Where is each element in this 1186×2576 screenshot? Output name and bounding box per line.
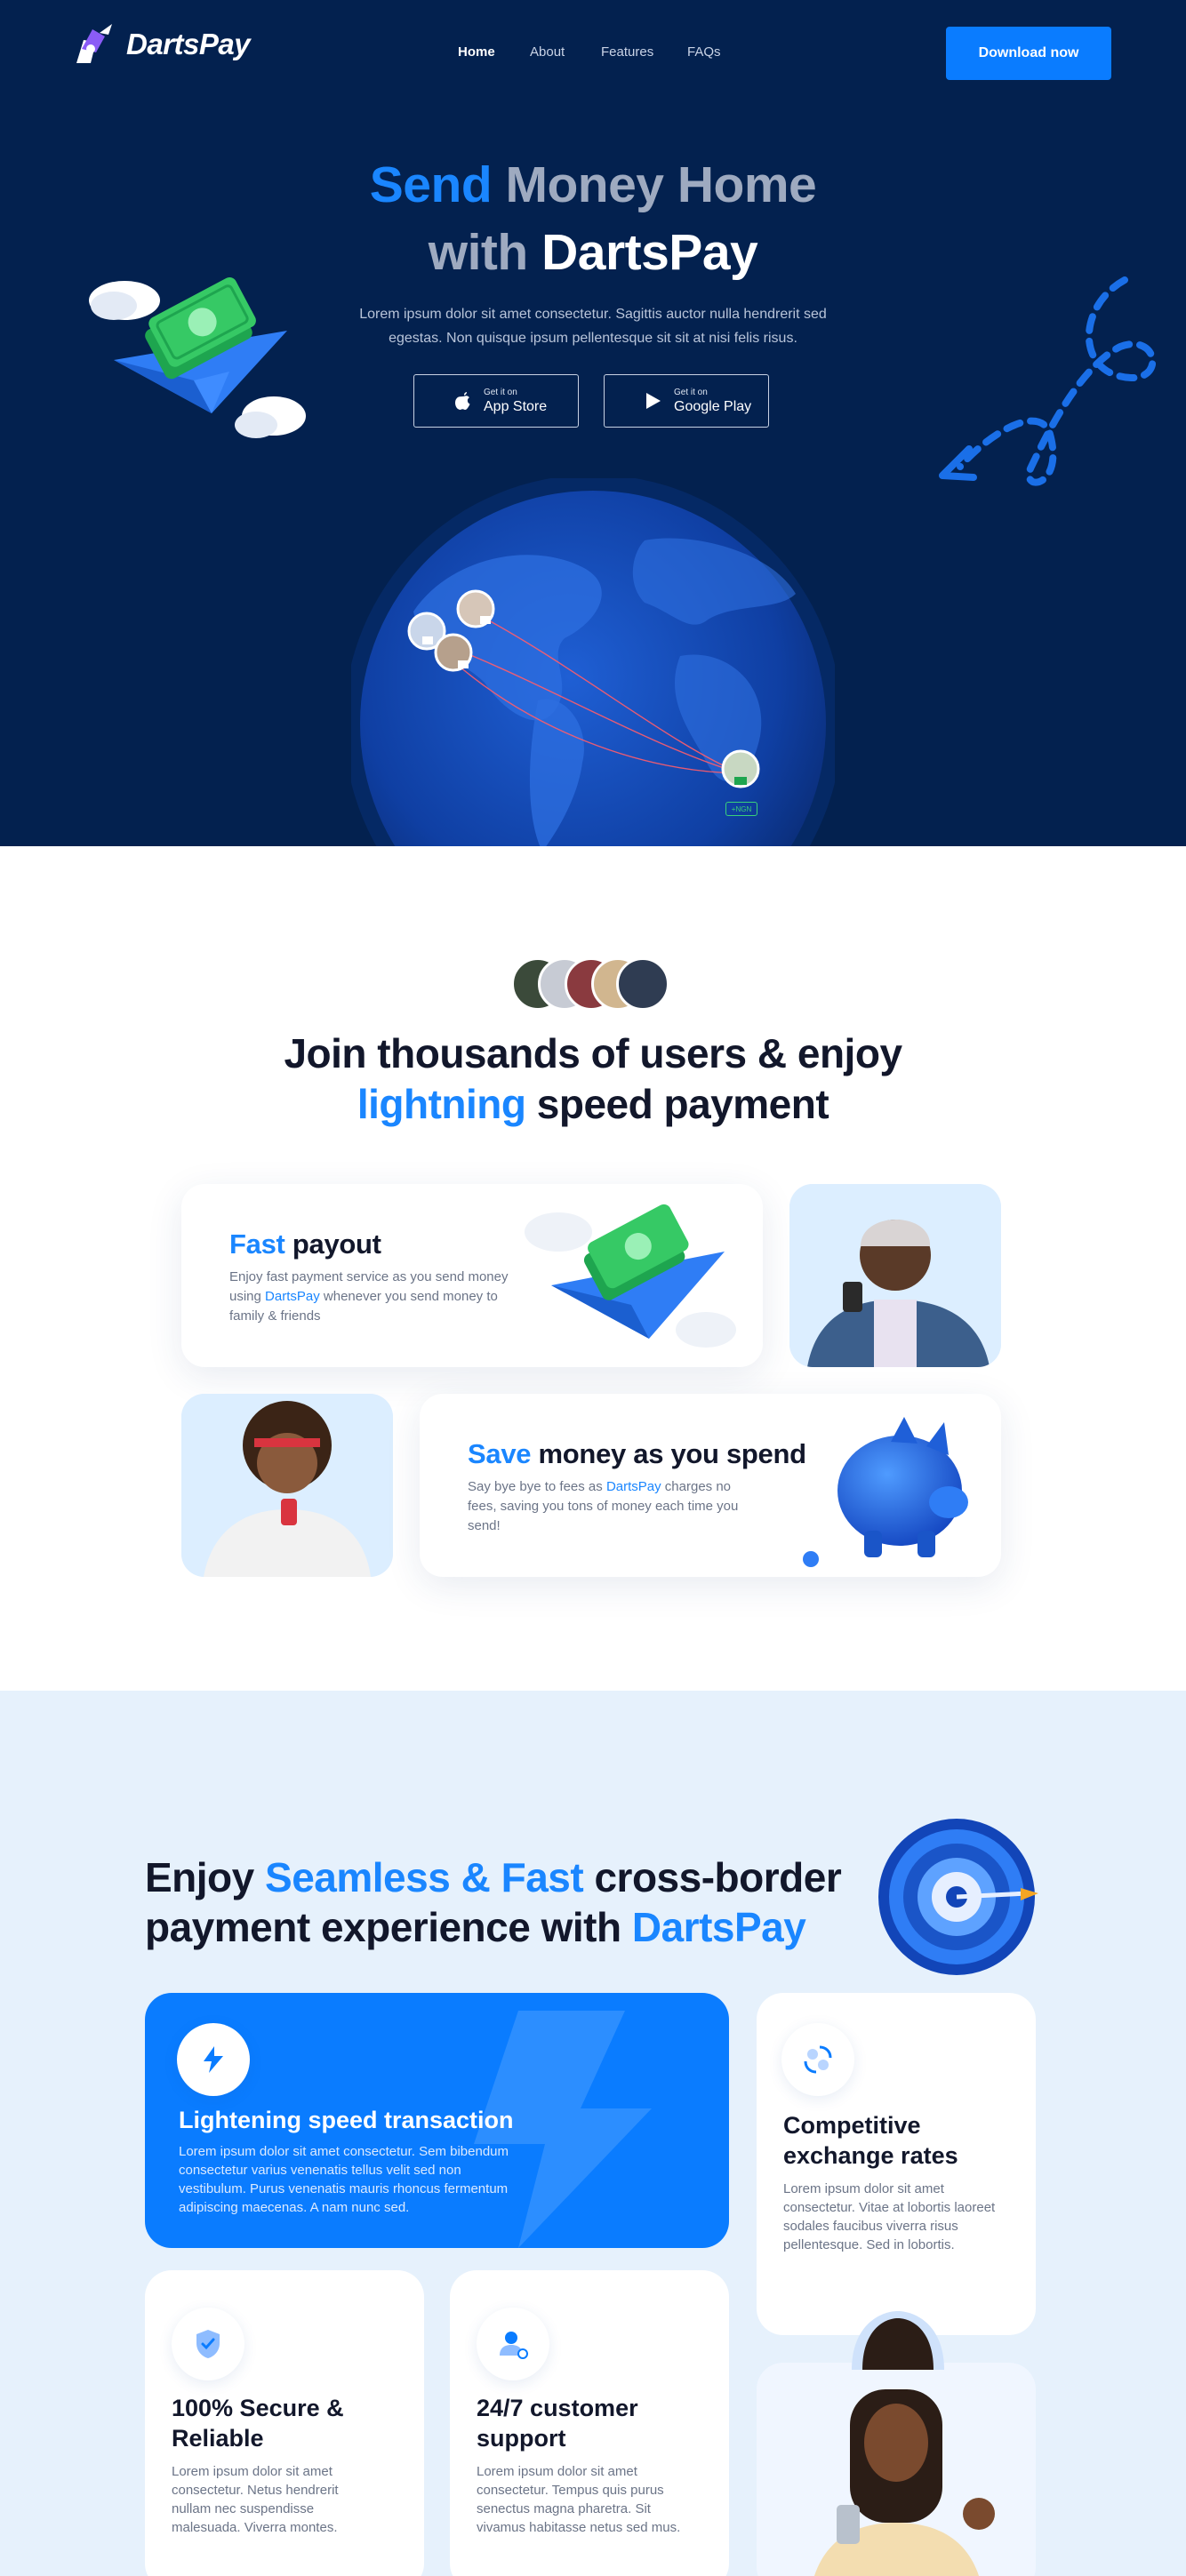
- features-title-enjoy: Enjoy: [145, 1854, 254, 1900]
- hero-title-with: with: [428, 224, 528, 281]
- hero-title-dartspay: DartsPay: [541, 224, 758, 281]
- secure-card-text: Lorem ipsum dolor sit amet consectetur. …: [172, 2464, 339, 2535]
- celebrating-woman-image: [814, 2389, 995, 2576]
- nav-faqs-link[interactable]: FAQs: [687, 44, 721, 60]
- features-title: Enjoy Seamless & Fast cross-border payme…: [145, 1852, 910, 1952]
- fast-payout-card: Fast payout Enjoy fast payment service a…: [181, 1184, 763, 1367]
- fast-payout-title-blue: Fast: [229, 1228, 285, 1260]
- save-money-brand: DartsPay: [605, 1479, 661, 1494]
- exchange-icon: [804, 2045, 832, 2074]
- nav-home-link[interactable]: Home: [458, 44, 495, 60]
- support-card-title: 24/7 customer support: [477, 2395, 638, 2452]
- join-title-lightning: lightning: [357, 1081, 526, 1127]
- dart-trajectory-illustration: [939, 276, 1156, 486]
- paper-plane-money-illustration: [89, 276, 306, 438]
- download-now-button[interactable]: Download now: [946, 27, 1111, 80]
- celebrating-woman-card: [757, 2363, 1036, 2576]
- join-title-line1: Join thousands of users & enjoy: [284, 1030, 902, 1076]
- google-play-button[interactable]: Get it on Google Play: [604, 374, 769, 428]
- app-store-button[interactable]: Get it on App Store: [413, 374, 579, 428]
- user-avatar-stack: [511, 957, 671, 1012]
- play-icon: [644, 391, 663, 411]
- support-card-text: Lorem ipsum dolor sit amet consectetur. …: [477, 2464, 681, 2535]
- piggy-bank-icon: [803, 1417, 968, 1567]
- join-title-rest: speed payment: [536, 1081, 829, 1127]
- shield-icon: [196, 2330, 220, 2358]
- support-icon-circle: [477, 2308, 549, 2380]
- features-title-payment: payment experience with: [145, 1904, 621, 1950]
- features-title-dartspay: DartsPay: [631, 1904, 806, 1950]
- customer-support-card: 24/7 customer support Lorem ipsum dolor …: [450, 2270, 729, 2576]
- hero-title-money-home: Money Home: [505, 156, 817, 213]
- man-with-phone-image: [789, 1184, 1001, 1367]
- bolt-icon: [204, 2046, 223, 2073]
- nav-features-link[interactable]: Features: [601, 44, 653, 60]
- money-plane-icon: [525, 1204, 736, 1348]
- rates-card-text: Lorem ipsum dolor sit amet consectetur. …: [783, 2181, 996, 2252]
- woman-with-phone-image: [181, 1394, 393, 1577]
- nav-about-link[interactable]: About: [530, 44, 565, 60]
- save-money-title: Save money as you spend: [468, 1438, 806, 1470]
- fast-payout-text: Enjoy fast payment service as you send m…: [229, 1268, 512, 1326]
- features-title-cross-border: cross-border: [594, 1854, 842, 1900]
- google-play-caption: Get it on: [674, 387, 708, 397]
- shield-icon-circle: [172, 2308, 244, 2380]
- support-agent-icon: [500, 2332, 528, 2359]
- rates-card-title: Competitive exchange rates: [783, 2112, 958, 2169]
- woman-photo: [181, 1394, 393, 1577]
- fast-payout-title: Fast payout: [229, 1228, 381, 1260]
- save-money-text-start: Say bye bye to fees as: [468, 1479, 603, 1494]
- man-photo: [789, 1184, 1001, 1367]
- exchange-icon-circle: [781, 2023, 854, 2096]
- hero-section: DartsPay Home About Features FAQs Downlo…: [0, 0, 1186, 846]
- save-money-card: Save money as you spend Say bye bye to f…: [420, 1394, 1001, 1577]
- speed-card-title: Lightening speed transaction: [179, 2107, 514, 2133]
- speed-transaction-card: Lightening speed transaction Lorem ipsum…: [145, 1993, 729, 2248]
- globe-illustration: [351, 478, 835, 846]
- save-money-title-rest: money as you spend: [538, 1438, 807, 1469]
- google-play-label: Google Play: [674, 398, 752, 414]
- save-money-title-blue: Save: [468, 1438, 532, 1469]
- hero-title-send: Send: [369, 156, 493, 213]
- exchange-rates-card: Competitive exchange rates Lorem ipsum d…: [757, 1993, 1036, 2335]
- save-money-text: Say bye bye to fees as DartsPay charges …: [468, 1477, 761, 1536]
- hero-subtitle: Lorem ipsum dolor sit amet consectetur. …: [359, 307, 827, 346]
- dartboard-icon: [878, 1819, 1038, 1975]
- app-store-label: App Store: [484, 398, 548, 414]
- fast-payout-brand: DartsPay: [265, 1289, 320, 1304]
- woman-hair-top: [852, 2311, 944, 2370]
- join-title: Join thousands of users & enjoy lightnin…: [0, 1028, 1186, 1130]
- secure-reliable-card: 100% Secure & Reliable Lorem ipsum dolor…: [145, 2270, 424, 2576]
- avatar: [616, 957, 669, 1011]
- app-store-caption: Get it on: [484, 387, 517, 397]
- secure-card-title: 100% Secure & Reliable: [172, 2395, 344, 2452]
- apple-icon: [453, 391, 473, 411]
- features-title-seamless: Seamless & Fast: [265, 1854, 584, 1900]
- fast-payout-title-rest: payout: [292, 1228, 381, 1260]
- speed-card-text: Lorem ipsum dolor sit amet consectetur. …: [179, 2144, 509, 2215]
- currency-badge: +NGN: [725, 802, 757, 816]
- bolt-icon-circle: [177, 2023, 250, 2096]
